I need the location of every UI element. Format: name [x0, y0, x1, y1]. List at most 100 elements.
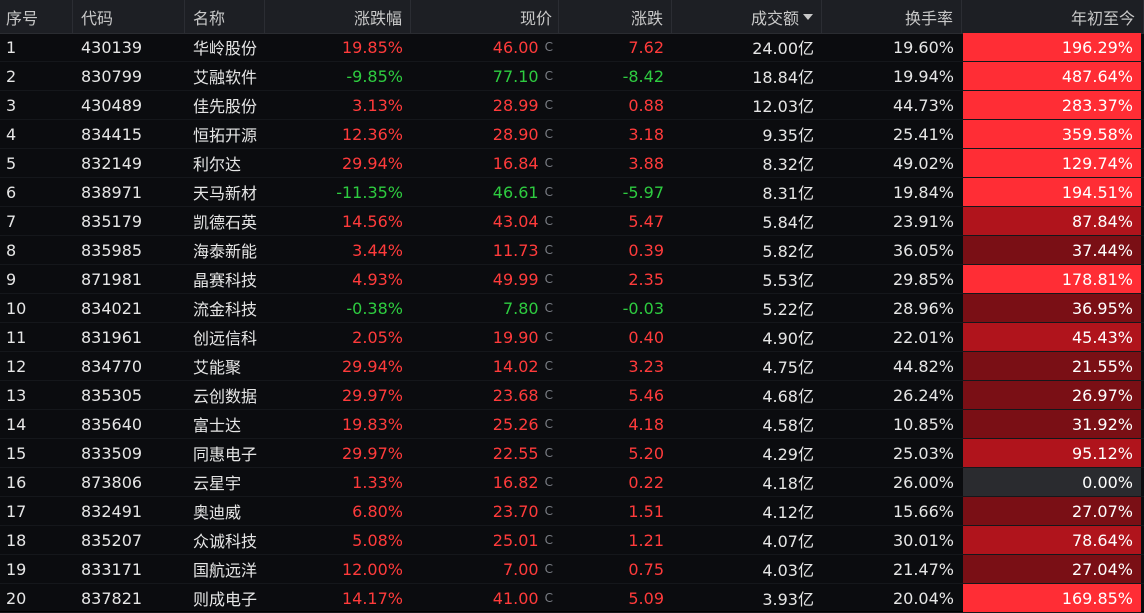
price-change-text: 5.47: [628, 211, 664, 231]
current-price: 16.84 C: [411, 149, 559, 177]
price-change-text: 0.39: [628, 240, 664, 260]
header-code[interactable]: 代码: [73, 0, 185, 33]
stock-code: 838971: [73, 178, 185, 206]
stock-code: 871981: [73, 265, 185, 293]
price-marker: C: [544, 243, 553, 257]
table-row[interactable]: 14 835640 富士达 19.83% 25.26 C 4.18 4.58亿 10.85% 31…: [0, 410, 1144, 439]
current-price-text: 25.01: [492, 530, 539, 550]
ytd-change-text: 37.44%: [1071, 240, 1133, 260]
table-row[interactable]: 4 834415 恒拓开源 12.36% 28.90 C 3.18 9.35亿 25.41% 35…: [0, 120, 1144, 149]
table-row[interactable]: 11 831961 创远信科 2.05% 19.90 C 0.40 4.90亿 22.01% 45…: [0, 323, 1144, 352]
current-price: 16.82 C: [411, 468, 559, 496]
ytd-change: 21.55%: [963, 352, 1141, 380]
ytd-change: 45.43%: [963, 323, 1141, 351]
row-index: 20: [0, 584, 73, 612]
turnover-rate-text: 44.73%: [892, 95, 954, 115]
ytd-change-text: 178.81%: [1061, 269, 1133, 289]
stock-name: 云星宇: [185, 468, 265, 496]
stock-code: 832491: [73, 497, 185, 525]
sort-descending-icon: [803, 13, 813, 20]
price-marker: C: [544, 330, 553, 344]
table-row[interactable]: 8 835985 海泰新能 3.44% 11.73 C 0.39 5.82亿 36.05% 37.…: [0, 236, 1144, 265]
table-row[interactable]: 3 430489 佳先股份 3.13% 28.99 C 0.88 12.03亿 44.73% 28…: [0, 91, 1144, 120]
header-turnover-rate[interactable]: 换手率: [822, 0, 962, 33]
change-percent: 3.13%: [265, 91, 411, 119]
table-row[interactable]: 18 835207 众诚科技 5.08% 25.01 C 1.21 4.07亿 30.01% 78…: [0, 526, 1144, 555]
stock-code: 835640: [73, 410, 185, 438]
table-row[interactable]: 20 837821 则成电子 14.17% 41.00 C 5.09 3.93亿 20.04% 1…: [0, 584, 1144, 613]
stock-name: 同惠电子: [185, 439, 265, 467]
ytd-change: 27.04%: [963, 555, 1141, 583]
price-marker: C: [544, 388, 553, 402]
turnover-rate: 21.47%: [822, 555, 962, 583]
stock-name-text: 凯德石英: [193, 213, 258, 232]
change-percent: 19.83%: [265, 410, 411, 438]
turnover-rate-text: 23.91%: [892, 211, 954, 231]
change-percent-text: 29.97%: [341, 443, 403, 463]
turnover-amount: 5.84亿: [672, 207, 822, 235]
stock-name: 华岭股份: [185, 33, 265, 61]
row-index: 5: [0, 149, 73, 177]
ytd-change-text: 45.43%: [1071, 327, 1133, 347]
stock-code-text: 834770: [81, 356, 143, 376]
stock-code-text: 873806: [81, 472, 143, 492]
table-row[interactable]: 7 835179 凯德石英 14.56% 43.04 C 5.47 5.84亿 23.91% 87…: [0, 207, 1144, 236]
header-turnover-amount[interactable]: 成交额: [672, 0, 822, 33]
current-price-text: 49.99: [492, 269, 539, 289]
change-percent-text: 14.56%: [341, 211, 403, 231]
turnover-amount: 4.68亿: [672, 381, 822, 409]
table-row[interactable]: 12 834770 艾能聚 29.94% 14.02 C 3.23 4.75亿 44.82% 21…: [0, 352, 1144, 381]
current-price-text: 41.00: [492, 588, 539, 608]
header-ytd[interactable]: 年初至今: [963, 0, 1144, 33]
turnover-amount-text: 9.35亿: [762, 126, 814, 145]
stock-code: 835985: [73, 236, 185, 264]
row-index: 1: [0, 33, 73, 61]
table-row[interactable]: 19 833171 国航远洋 12.00% 7.00 C 0.75 4.03亿 21.47% 27…: [0, 555, 1144, 584]
turnover-rate: 26.00%: [822, 468, 962, 496]
header-index[interactable]: 序号: [0, 0, 73, 33]
turnover-rate-text: 26.00%: [892, 472, 954, 492]
current-price: 22.55 C: [411, 439, 559, 467]
turnover-amount-text: 24.00亿: [752, 39, 814, 58]
stock-name-text: 海泰新能: [193, 242, 258, 261]
row-index: 9: [0, 265, 73, 293]
change-percent-text: 1.33%: [352, 472, 403, 492]
change-percent-text: 6.80%: [352, 501, 403, 521]
table-row[interactable]: 16 873806 云星宇 1.33% 16.82 C 0.22 4.18亿 26.00% 0.0…: [0, 468, 1144, 497]
row-index: 7: [0, 207, 73, 235]
row-index: 2: [0, 62, 73, 90]
table-row[interactable]: 6 838971 天马新材 -11.35% 46.61 C -5.97 8.31亿 19.84%…: [0, 178, 1144, 207]
turnover-amount-text: 3.93亿: [762, 590, 814, 609]
current-price: 11.73 C: [411, 236, 559, 264]
row-index-text: 18: [6, 530, 27, 550]
table-row[interactable]: 2 830799 艾融软件 -9.85% 77.10 C -8.42 18.84亿 19.94%…: [0, 62, 1144, 91]
header-change[interactable]: 涨跌: [559, 0, 672, 33]
row-index-text: 11: [6, 327, 27, 347]
header-price[interactable]: 现价: [411, 0, 559, 33]
table-row[interactable]: 9 871981 晶赛科技 4.93% 49.99 C 2.35 5.53亿 29.85% 178…: [0, 265, 1144, 294]
row-index: 6: [0, 178, 73, 206]
price-marker: C: [544, 533, 553, 547]
ytd-change: 194.51%: [963, 178, 1141, 206]
row-index: 3: [0, 91, 73, 119]
change-percent: 3.44%: [265, 236, 411, 264]
price-change-text: 3.18: [628, 124, 664, 144]
ytd-change: 359.58%: [963, 120, 1141, 148]
turnover-rate: 19.94%: [822, 62, 962, 90]
turnover-rate: 30.01%: [822, 526, 962, 554]
table-row[interactable]: 13 835305 云创数据 29.97% 23.68 C 5.46 4.68亿 26.24% 2…: [0, 381, 1144, 410]
stock-name-text: 奥迪威: [193, 503, 242, 522]
header-change-percent[interactable]: 涨跌幅: [265, 0, 411, 33]
table-row[interactable]: 1 430139 华岭股份 19.85% 46.00 C 7.62 24.00亿 19.60% 1…: [0, 33, 1144, 62]
ytd-change-text: 78.64%: [1071, 530, 1133, 550]
table-row[interactable]: 17 832491 奥迪威 6.80% 23.70 C 1.51 4.12亿 15.66% 27.…: [0, 497, 1144, 526]
table-row[interactable]: 15 833509 同惠电子 29.97% 22.55 C 5.20 4.29亿 25.03% 9…: [0, 439, 1144, 468]
table-row[interactable]: 10 834021 流金科技 -0.38% 7.80 C -0.03 5.22亿 28.96% 3…: [0, 294, 1144, 323]
ytd-change-text: 0.00%: [1082, 472, 1133, 492]
stock-code-text: 833171: [81, 559, 143, 579]
header-name[interactable]: 名称: [185, 0, 265, 33]
row-index: 14: [0, 410, 73, 438]
table-row[interactable]: 5 832149 利尔达 29.94% 16.84 C 3.88 8.32亿 49.02% 129…: [0, 149, 1144, 178]
price-change: 5.20: [559, 439, 672, 467]
turnover-amount-text: 5.22亿: [762, 300, 814, 319]
